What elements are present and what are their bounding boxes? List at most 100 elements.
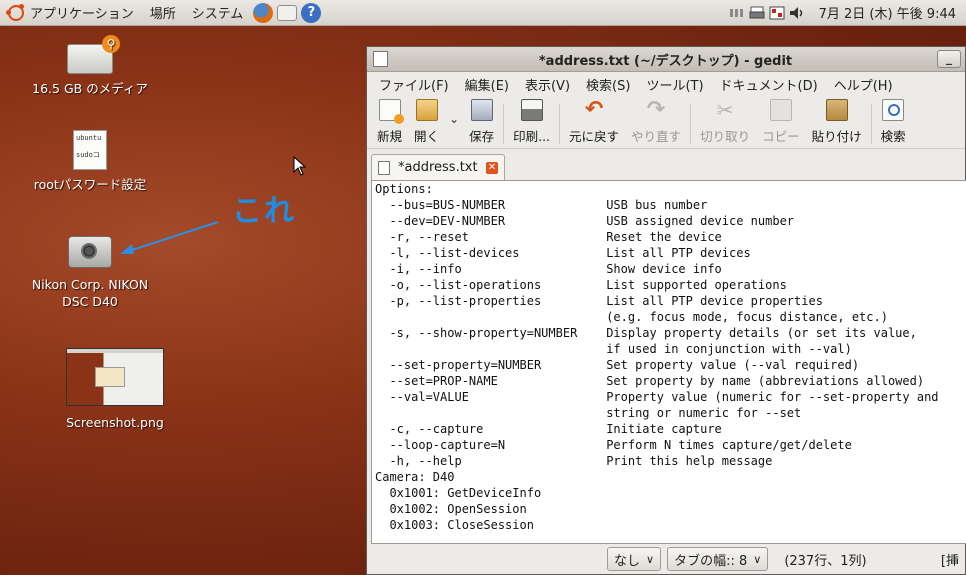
help-icon[interactable]: ? (301, 2, 322, 23)
new-document-icon (378, 99, 404, 124)
volume-icon[interactable] (789, 6, 805, 20)
save-button[interactable]: 保存 (463, 99, 500, 148)
recent-files-dropdown[interactable]: ⌄ (445, 112, 463, 148)
annotation-text: これ (232, 194, 296, 229)
cut-button[interactable]: ✂ 切り取り (694, 99, 756, 148)
highlight-mode-selector[interactable]: なし ∨ (607, 547, 662, 571)
text-line: 0x1002: OpenSession (375, 502, 527, 516)
text-editor[interactable]: Options: --bus=BUS-NUMBER USB bus number… (371, 180, 966, 544)
desktop-icon-media[interactable]: ⚲ 16.5 GB のメディア (22, 35, 158, 97)
camera-icon (68, 236, 112, 268)
text-line: Camera: D40 (375, 470, 455, 484)
open-label: 開く (414, 129, 440, 144)
menu-file[interactable]: ファイル(F) (371, 75, 457, 94)
menu-view[interactable]: 表示(V) (517, 75, 578, 94)
tab-label: *address.txt (398, 160, 478, 175)
copy-button[interactable]: コピー (756, 99, 806, 148)
clipboard-icon (825, 99, 848, 121)
redo-label: やり直す (631, 129, 682, 144)
paste-label: 貼り付け (811, 129, 862, 144)
new-button[interactable]: 新規 (371, 99, 408, 148)
clock[interactable]: 7月 2日 (木) 午後 9:44 (807, 3, 966, 22)
applications-menu[interactable]: アプリケーション (0, 0, 142, 25)
camera-label-line-1: Nikon Corp. NIKON (31, 277, 149, 292)
undo-button[interactable]: ↶ 元に戻す (563, 99, 625, 148)
printer-icon[interactable] (749, 6, 765, 20)
text-line: (e.g. focus mode, focus distance, etc.) (375, 310, 888, 324)
top-panel: アプリケーション 場所 システム ? 7月 2日 (木) 午後 9:44 (0, 0, 966, 26)
text-line: --set-property=NUMBER Set property value… (375, 358, 860, 372)
places-menu[interactable]: 場所 (142, 0, 184, 25)
menu-documents[interactable]: ドキュメント(D) (712, 75, 826, 94)
doc-preview-line-1: ubuntu (76, 134, 102, 142)
toolbar-separator (870, 104, 872, 144)
chevron-down-icon: ∨ (646, 552, 655, 566)
menu-search[interactable]: 検索(S) (578, 75, 638, 94)
menu-tools[interactable]: ツール(T) (638, 75, 711, 94)
system-menu[interactable]: システム (184, 0, 252, 25)
printer-icon (520, 99, 543, 121)
tab-address-txt[interactable]: *address.txt ✕ (371, 154, 505, 180)
print-label: 印刷... (513, 129, 551, 144)
applications-menu-label: アプリケーション (30, 7, 134, 22)
desktop-icon-root-password[interactable]: ubuntu sudoコ rootパスワード設定 (22, 130, 158, 193)
mail-icon[interactable] (277, 4, 298, 21)
text-line: -h, --help Print this help message (375, 454, 773, 468)
highlight-mode-value: なし (614, 553, 641, 569)
text-line: --val=VALUE Property value (numeric for … (375, 390, 939, 404)
text-line: -s, --show-property=NUMBER Display prope… (375, 326, 917, 340)
copy-icon (769, 99, 792, 121)
paste-button[interactable]: 貼り付け (806, 99, 868, 148)
toolbar-separator (559, 104, 561, 144)
print-button[interactable]: 印刷... (507, 99, 556, 148)
text-line: string or numeric for --set (375, 406, 802, 420)
find-icon (882, 99, 905, 121)
system-tray: 7月 2日 (木) 午後 9:44 (727, 0, 966, 25)
menu-help[interactable]: ヘルプ(H) (826, 75, 901, 94)
update-notifier-icon[interactable] (769, 6, 785, 20)
root-password-label: rootパスワード設定 (33, 177, 147, 192)
document-icon (378, 160, 390, 175)
statusbar: なし ∨ タブの幅:: 8 ∨ (237行、1列) [挿 (367, 544, 965, 574)
cut-label: 切り取り (700, 129, 751, 144)
open-folder-icon (415, 99, 438, 121)
toolbar-separator (690, 104, 692, 144)
text-line: -c, --capture Initiate capture (375, 422, 722, 436)
text-line: -p, --list-properties List all PTP devic… (375, 294, 823, 308)
text-line: 0x1003: CloseSession (375, 518, 534, 532)
undo-icon: ↶ (584, 97, 604, 122)
insert-mode: [挿 (940, 553, 959, 569)
screenshot-label: Screenshot.png (66, 415, 164, 430)
text-line: --set=PROP-NAME Set property by name (ab… (375, 374, 925, 388)
cursor-position: (237行、1列) (784, 553, 867, 569)
screenshot-thumbnail (66, 348, 164, 406)
redo-button[interactable]: ↷ やり直す (625, 99, 687, 148)
gedit-app-icon (373, 51, 388, 67)
menubar: ファイル(F) 編集(E) 表示(V) 検索(S) ツール(T) ドキュメント(… (367, 72, 965, 96)
firefox-icon[interactable] (253, 2, 274, 23)
scissors-icon: ✂ (716, 98, 734, 122)
minimize-button[interactable]: _ (937, 50, 961, 68)
redo-icon: ↷ (646, 97, 666, 122)
window-title: *address.txt (~/デスクトップ) - gedit (538, 53, 793, 69)
window-titlebar[interactable]: *address.txt (~/デスクトップ) - gedit _ (367, 47, 965, 72)
open-button[interactable]: 開く (408, 99, 445, 148)
tab-width-value: タブの幅:: 8 (674, 553, 748, 569)
tab-close-icon[interactable]: ✕ (486, 161, 498, 174)
document-tabbar: *address.txt ✕ (367, 149, 965, 180)
text-line: -l, --list-devices List all PTP devices (375, 246, 751, 260)
tab-width-selector[interactable]: タブの幅:: 8 ∨ (667, 547, 769, 571)
gedit-window: *address.txt (~/デスクトップ) - gedit _ ファイル(F… (366, 46, 966, 575)
undo-label: 元に戻す (569, 129, 620, 144)
usb-drive-icon: ⚲ (67, 35, 120, 74)
text-line: -i, --info Show device info (375, 262, 722, 276)
tray-applet-icon[interactable] (729, 6, 745, 20)
menu-edit[interactable]: 編集(E) (457, 75, 517, 94)
find-button[interactable]: 検索 (875, 99, 912, 148)
text-line: --bus=BUS-NUMBER USB bus number (375, 198, 708, 212)
text-line: -r, --reset Reset the device (375, 230, 722, 244)
text-line: 0x1001: GetDeviceInfo (375, 486, 542, 500)
text-line: --dev=DEV-NUMBER USB assigned device num… (375, 214, 795, 228)
editor-content: Options: --bus=BUS-NUMBER USB bus number… (372, 181, 966, 533)
desktop-icon-screenshot[interactable]: Screenshot.png (47, 348, 183, 431)
